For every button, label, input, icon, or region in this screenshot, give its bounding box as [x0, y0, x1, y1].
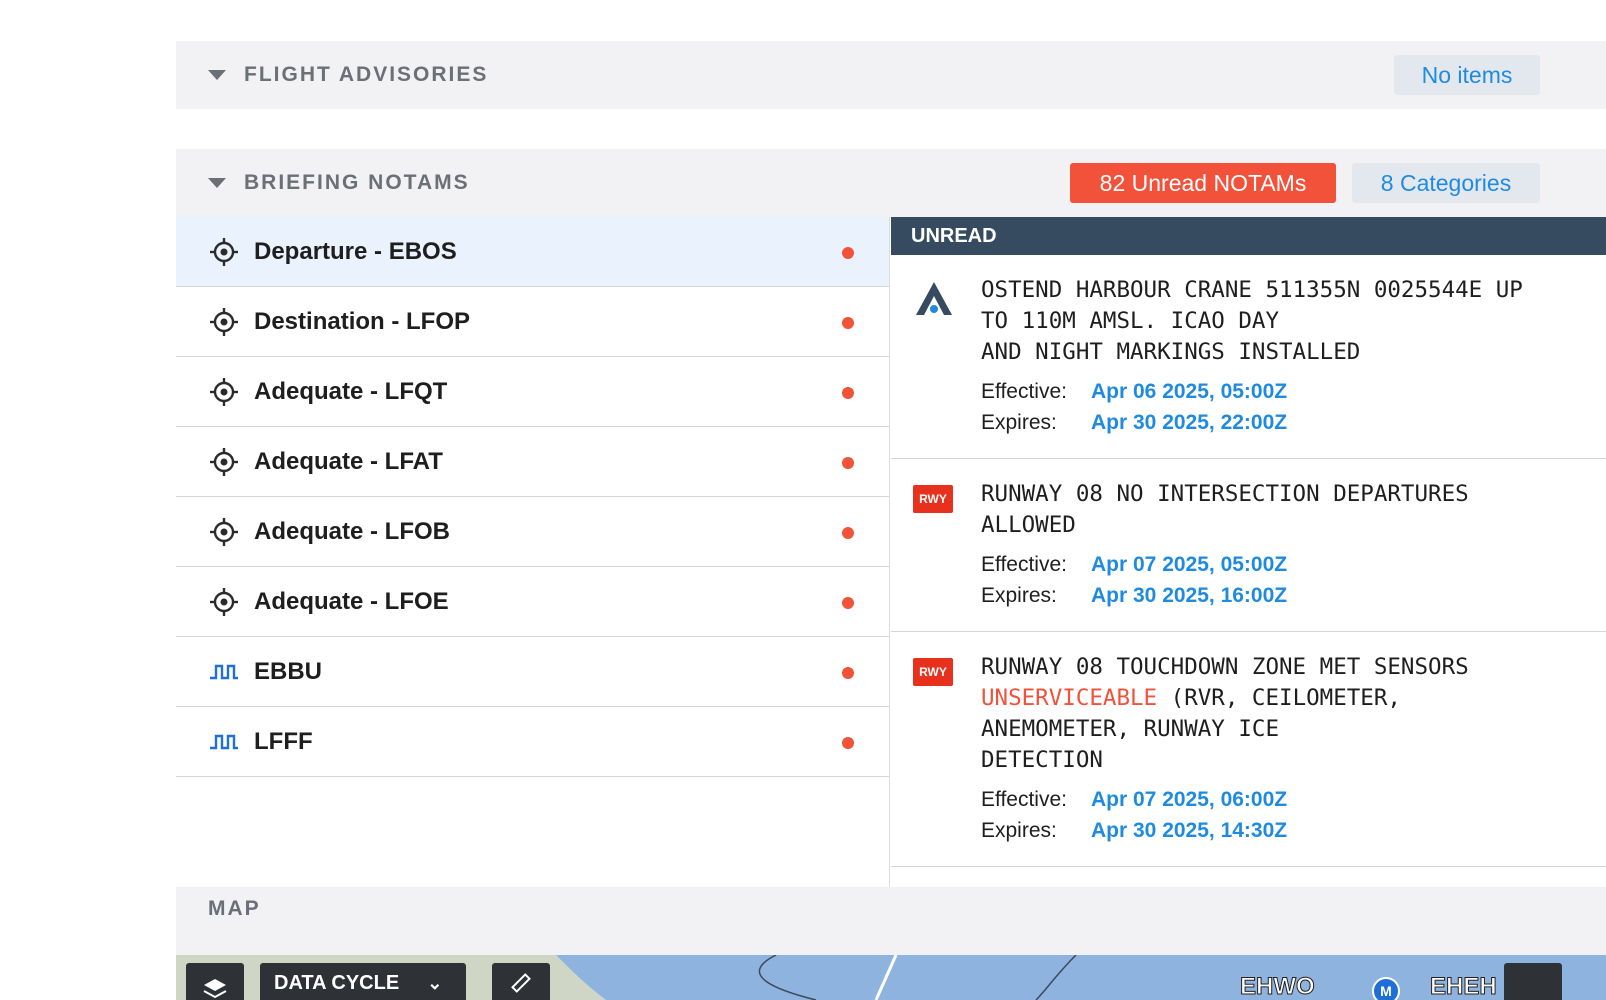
categories-badge[interactable]: 8 Categories [1352, 163, 1540, 203]
unread-dot [842, 247, 854, 259]
notam-item[interactable]: OSTEND HARBOUR CRANE 511355N 0025544E UP… [891, 255, 1606, 459]
notam-item[interactable]: RWY RUNWAY 08 NO INTERSECTION DEPARTURES… [891, 459, 1606, 632]
notam-text-part: RUNWAY 08 TOUCHDOWN ZONE MET SENSORS [981, 654, 1469, 680]
location-row[interactable]: Departure - EBOS [176, 217, 889, 287]
location-row[interactable]: Adequate - LFAT [176, 427, 889, 497]
location-row[interactable]: Destination - LFOP [176, 287, 889, 357]
airport-target-icon [207, 305, 241, 339]
rwy-badge: RWY [913, 658, 953, 686]
location-row[interactable]: LFFF [176, 707, 889, 777]
obstacle-icon [913, 279, 955, 324]
notam-text: RUNWAY 08 NO INTERSECTION DEPARTURES ALL… [981, 481, 1469, 538]
briefing-notams-header[interactable]: BRIEFING NOTAMS 82 Unread NOTAMs 8 Categ… [176, 149, 1606, 217]
layers-button[interactable] [186, 963, 244, 1000]
effective-label: Effective: [981, 553, 1067, 576]
no-items-badge: No items [1394, 55, 1540, 95]
unread-header: UNREAD [891, 217, 1606, 255]
fir-boundary-icon [207, 725, 241, 759]
map-view[interactable]: DATA CYCLE ⌄ EHWO M EHEH [176, 955, 1606, 1000]
notam-item[interactable]: RWY RUNWAY 08 TOUCHDOWN ZONE MET SENSORS… [891, 632, 1606, 867]
location-label: Adequate - LFQT [254, 377, 448, 405]
map-label-eheh: EHEH [1430, 973, 1498, 1000]
flight-advisories-header[interactable]: FLIGHT ADVISORIES No items [176, 41, 1606, 109]
fullscreen-button[interactable] [1504, 963, 1562, 1000]
location-label: Destination - LFOP [254, 307, 470, 335]
unread-dot [842, 527, 854, 539]
unread-dot [842, 597, 854, 609]
ruler-button[interactable] [492, 963, 550, 1000]
location-row[interactable]: Adequate - LFQT [176, 357, 889, 427]
location-label: Adequate - LFAT [254, 447, 443, 475]
notam-text: RUNWAY 08 TOUCHDOWN ZONE MET SENSORS UNS… [981, 652, 1586, 776]
expires-label: Expires: [981, 584, 1057, 607]
effective-value: Apr 06 2025, 05:00Z [1091, 380, 1288, 403]
map-header[interactable]: MAP [176, 887, 1606, 955]
unserviceable-highlight: UNSERVICEABLE [981, 685, 1158, 711]
location-row[interactable]: EBBU [176, 637, 889, 707]
unread-notams-badge[interactable]: 82 Unread NOTAMs [1070, 163, 1336, 203]
unread-dot [842, 737, 854, 749]
caret-down-icon[interactable] [208, 70, 226, 80]
expires-label: Expires: [981, 819, 1057, 842]
expires-label: Expires: [981, 411, 1057, 434]
rwy-badge: RWY [913, 485, 953, 513]
section-title: FLIGHT ADVISORIES [244, 63, 489, 86]
airport-target-icon [207, 235, 241, 269]
map-label-ehwo: EHWO [1240, 973, 1316, 1000]
section-title: BRIEFING NOTAMS [244, 171, 470, 194]
location-row[interactable]: Adequate - LFOB [176, 497, 889, 567]
location-label: EBBU [254, 657, 323, 685]
runway-icon: RWY [913, 658, 953, 686]
fir-boundary-icon [207, 655, 241, 689]
caret-down-icon[interactable] [208, 178, 226, 188]
airport-target-icon [207, 585, 241, 619]
airport-target-icon [207, 515, 241, 549]
effective-label: Effective: [981, 380, 1067, 403]
notam-text: OSTEND HARBOUR CRANE 511355N 0025544E UP… [981, 277, 1523, 365]
location-label: LFFF [254, 727, 313, 755]
runway-icon: RWY [913, 485, 953, 513]
location-label: Adequate - LFOE [254, 587, 449, 615]
chevron-down-icon: ⌄ [427, 972, 443, 993]
section-title: MAP [208, 897, 261, 920]
effective-value: Apr 07 2025, 05:00Z [1091, 553, 1288, 576]
airport-target-icon [207, 445, 241, 479]
unread-dot [842, 457, 854, 469]
location-label: Departure - EBOS [254, 237, 457, 265]
effective-label: Effective: [981, 788, 1067, 811]
unread-dot [842, 317, 854, 329]
layers-icon [203, 979, 227, 999]
location-list: Departure - EBOS Destination - LFOP Adequa… [176, 217, 890, 887]
location-label: Adequate - LFOB [254, 517, 450, 545]
airport-target-icon [207, 375, 241, 409]
expires-value: Apr 30 2025, 16:00Z [1091, 584, 1288, 607]
unread-dot [842, 387, 854, 399]
airport-marker-icon[interactable]: M [1372, 977, 1400, 1000]
expires-value: Apr 30 2025, 22:00Z [1091, 411, 1288, 434]
unread-dot [842, 667, 854, 679]
notam-panel: UNREAD OSTEND HARBOUR CRANE 511355N 0025… [891, 217, 1606, 887]
effective-value: Apr 07 2025, 06:00Z [1091, 788, 1288, 811]
ruler-icon [511, 973, 531, 993]
location-row[interactable]: Adequate - LFOE [176, 567, 889, 637]
data-cycle-label: DATA CYCLE [274, 971, 400, 994]
expires-value: Apr 30 2025, 14:30Z [1091, 819, 1288, 842]
data-cycle-button[interactable]: DATA CYCLE ⌄ [260, 963, 466, 1000]
